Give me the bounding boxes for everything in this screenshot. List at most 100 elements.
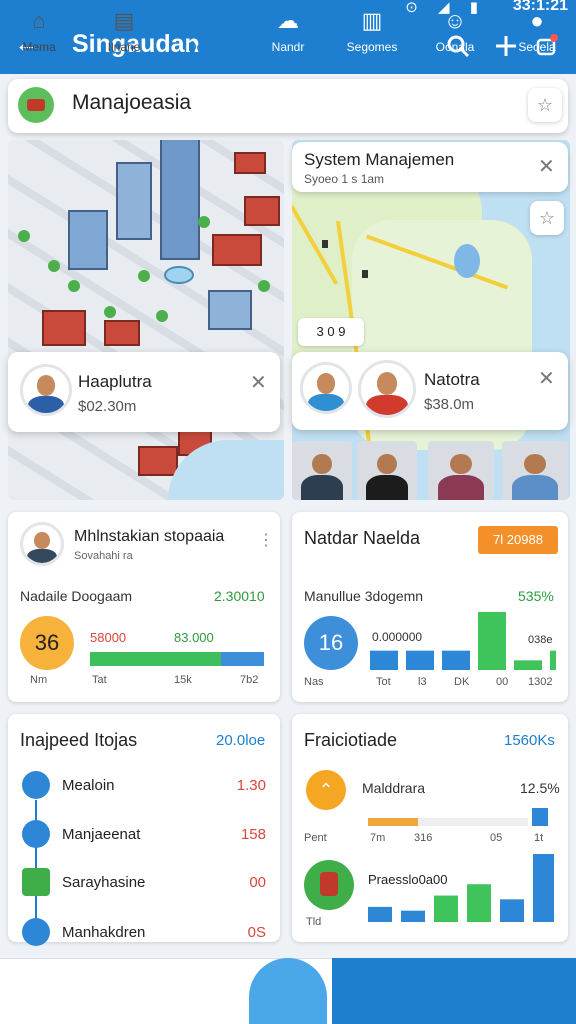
tick-label: Nas bbox=[304, 676, 324, 688]
close-icon[interactable]: ✕ bbox=[538, 366, 555, 391]
metric-value: 2.30010 bbox=[214, 588, 265, 604]
chart-bar bbox=[467, 884, 491, 922]
nav-item-documents[interactable]: ▤ Ilnane bbox=[84, 0, 164, 66]
stats-card-left[interactable]: Mhlnstakian stopaaia Sovahahi ra ⋮ Nadai… bbox=[8, 512, 280, 702]
score-circle: 36 bbox=[20, 616, 74, 670]
nav-label: Segomes bbox=[346, 40, 398, 54]
system-card[interactable]: System Manajemen Syoeo 1 s 1am ✕ bbox=[292, 142, 568, 192]
person-photo[interactable] bbox=[428, 441, 494, 500]
person-photo[interactable] bbox=[292, 441, 352, 500]
person-popover-right[interactable]: Natotra $38.0m ✕ bbox=[292, 352, 568, 430]
warning-icon bbox=[22, 868, 50, 896]
tick-label: 15k bbox=[174, 674, 192, 686]
progress-track bbox=[90, 652, 264, 666]
tick-label: l3 bbox=[418, 676, 427, 688]
tick-label: 316 bbox=[414, 832, 433, 844]
avatar bbox=[20, 364, 72, 416]
more-icon[interactable]: ⋮ bbox=[258, 530, 274, 550]
chat-icon: ☺ bbox=[443, 8, 467, 33]
document-icon: ▤ bbox=[113, 8, 135, 33]
bar-label-b: 83.000 bbox=[174, 630, 214, 645]
house-roof bbox=[138, 446, 178, 476]
tick-label: DK bbox=[454, 676, 470, 688]
nav-label: Ilnane bbox=[107, 40, 141, 54]
card-title: Fraiciotiade bbox=[304, 730, 398, 750]
pin-icon[interactable]: ☆ bbox=[528, 88, 562, 122]
city-map-3d[interactable] bbox=[8, 140, 284, 500]
list-item-label[interactable]: Mealoin bbox=[62, 777, 115, 794]
metric-label: Nadaile Doogaam bbox=[20, 588, 133, 604]
pin-icon[interactable]: ☆ bbox=[530, 201, 564, 235]
tree bbox=[198, 216, 210, 228]
tick-label: Nm bbox=[30, 674, 48, 686]
list-item-value: 1.30 bbox=[236, 777, 266, 794]
nav-item-cloud[interactable]: ☁ Nandr bbox=[249, 0, 327, 66]
bar-chart bbox=[370, 612, 556, 670]
tick-label: Tld bbox=[306, 916, 322, 928]
search-input[interactable]: Manajoeasia bbox=[72, 91, 191, 115]
card-title: Natdar Naelda bbox=[304, 528, 421, 548]
bar bbox=[532, 808, 548, 826]
person-amount: $38.0m bbox=[424, 396, 475, 413]
tree bbox=[18, 230, 30, 242]
nav-item-chat[interactable]: ☺ Oonala bbox=[416, 0, 494, 66]
chart-card[interactable]: Fraiciotiade 1560Ks ⌃ Malddrara 12.5% Pe… bbox=[292, 714, 568, 942]
people-icon: ☻ bbox=[197, 8, 221, 33]
nav-item-people[interactable]: ☻ Doaena bbox=[170, 0, 248, 66]
card-title: Inajpeed Itojas bbox=[20, 730, 138, 750]
chart-bar bbox=[533, 854, 554, 922]
tick-label: Pent bbox=[304, 832, 327, 844]
nav-item-profile[interactable]: ● Seoela bbox=[498, 0, 576, 66]
tree bbox=[258, 280, 270, 292]
search-bar[interactable]: Manajoeasia ☆ bbox=[8, 79, 568, 133]
list-item-label[interactable]: Manjaeenat bbox=[62, 826, 140, 843]
list-item-value: 0S bbox=[247, 924, 266, 941]
nav-label: Doaena bbox=[187, 40, 231, 54]
person-photo[interactable] bbox=[357, 441, 417, 500]
chart-bar bbox=[500, 899, 524, 922]
cloud-icon: ☁ bbox=[277, 8, 299, 33]
avatar bbox=[300, 362, 352, 414]
nav-item-home[interactable]: ⌂ Mema bbox=[0, 0, 78, 66]
metric-label: Manullue 3dogemn bbox=[304, 588, 424, 604]
person-popover-left[interactable]: Haaplutra $02.30m ✕ bbox=[8, 352, 280, 432]
chart-bar bbox=[434, 895, 458, 922]
row-pct: 12.5% bbox=[520, 780, 560, 796]
chevron-up-icon: ⌃ bbox=[306, 770, 346, 810]
building bbox=[116, 162, 152, 240]
person-photo[interactable] bbox=[502, 441, 568, 500]
chart-bar bbox=[478, 612, 506, 670]
house-roof bbox=[104, 320, 140, 346]
map-counter[interactable]: 3 0 9 bbox=[298, 318, 364, 346]
tree bbox=[48, 260, 60, 272]
house-roof bbox=[42, 310, 86, 346]
tree bbox=[156, 310, 168, 322]
progress-fill bbox=[90, 652, 221, 666]
tick-label: Tot bbox=[376, 676, 391, 688]
chart-bar bbox=[368, 906, 392, 922]
house-roof bbox=[212, 234, 262, 266]
chart-bar bbox=[442, 650, 470, 670]
row-label: Malddrara bbox=[362, 780, 426, 796]
list-item-label[interactable]: Sarayhasine bbox=[62, 874, 145, 891]
user-icon: ● bbox=[530, 8, 544, 33]
tree bbox=[68, 280, 80, 292]
house-roof bbox=[244, 196, 280, 226]
person-name: Haaplutra bbox=[78, 372, 152, 391]
nav-label: Nandr bbox=[271, 40, 305, 54]
badge-icon bbox=[22, 918, 50, 946]
score-circle: 16 bbox=[304, 616, 358, 670]
nav-item-stats[interactable]: ▥ Segomes bbox=[332, 0, 412, 66]
map-marker[interactable] bbox=[362, 270, 368, 278]
map-marker[interactable] bbox=[322, 240, 328, 248]
close-icon[interactable]: ✕ bbox=[250, 370, 267, 395]
timeline-line bbox=[35, 800, 37, 920]
fountain bbox=[164, 266, 194, 284]
avatar bbox=[358, 360, 416, 418]
system-card-subtitle: Syoeo 1 s 1am bbox=[304, 172, 385, 186]
list-item-label[interactable]: Manhakdren bbox=[62, 924, 145, 941]
person-amount: $02.30m bbox=[78, 398, 137, 415]
lake bbox=[454, 244, 480, 278]
app-logo-icon bbox=[18, 87, 54, 123]
close-icon[interactable]: ✕ bbox=[538, 154, 555, 179]
